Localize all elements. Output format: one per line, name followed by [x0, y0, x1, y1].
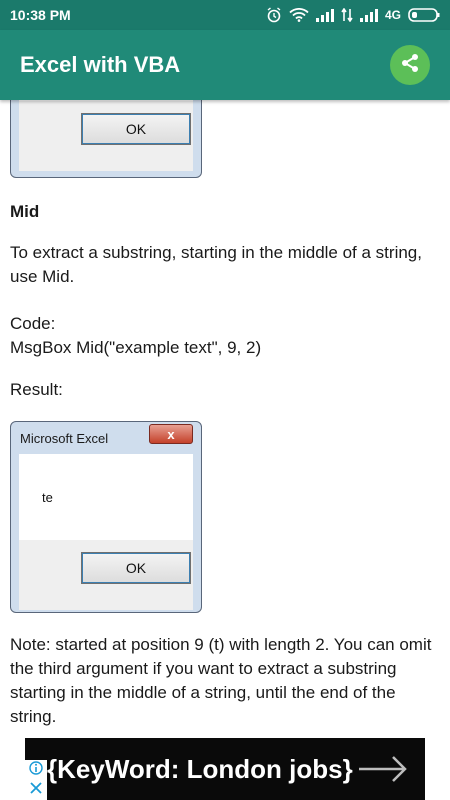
share-button[interactable]	[390, 45, 430, 85]
info-icon[interactable]	[29, 761, 43, 780]
signal-icon-2	[359, 8, 378, 22]
battery-icon	[408, 8, 440, 22]
close-ad-icon[interactable]	[30, 781, 42, 799]
top-dialog-image: OK	[10, 100, 202, 178]
section-heading: Mid	[10, 202, 40, 221]
signal-icon	[315, 8, 334, 22]
dialog-message: te	[42, 490, 53, 505]
description-text: To extract a substring, starting in the …	[10, 243, 422, 286]
code-label: Code:	[10, 314, 56, 333]
code-text: MsgBox Mid("example text", 9, 2)	[10, 338, 262, 357]
status-bar: 10:38 PM 4G	[0, 0, 450, 30]
wifi-icon	[289, 8, 309, 22]
result-label: Result:	[10, 380, 63, 399]
result-dialog-image: Microsoft Excel x te OK	[10, 421, 202, 613]
status-time: 10:38 PM	[10, 7, 71, 23]
app-title: Excel with VBA	[20, 52, 181, 77]
ok-button: OK	[81, 113, 191, 145]
note-text: Note: started at position 9 (t) with len…	[10, 635, 432, 726]
ad-banner[interactable]: {KeyWord: London jobs}	[25, 738, 425, 800]
app-bar: Excel with VBA	[0, 30, 450, 100]
ok-button: OK	[81, 552, 191, 584]
data-transfer-icon	[341, 8, 353, 22]
arrow-right-icon[interactable]	[355, 750, 411, 788]
ad-text[interactable]: {KeyWord: London jobs}	[25, 754, 353, 785]
ad-choices[interactable]	[25, 760, 47, 800]
network-type: 4G	[384, 8, 401, 22]
status-icons: 4G	[266, 7, 440, 23]
alarm-icon	[266, 7, 282, 23]
close-icon: x	[149, 424, 193, 444]
share-icon	[399, 52, 421, 79]
article-content[interactable]: OK Mid To extract a substring, starting …	[0, 100, 450, 738]
dialog-title: Microsoft Excel	[20, 430, 109, 446]
